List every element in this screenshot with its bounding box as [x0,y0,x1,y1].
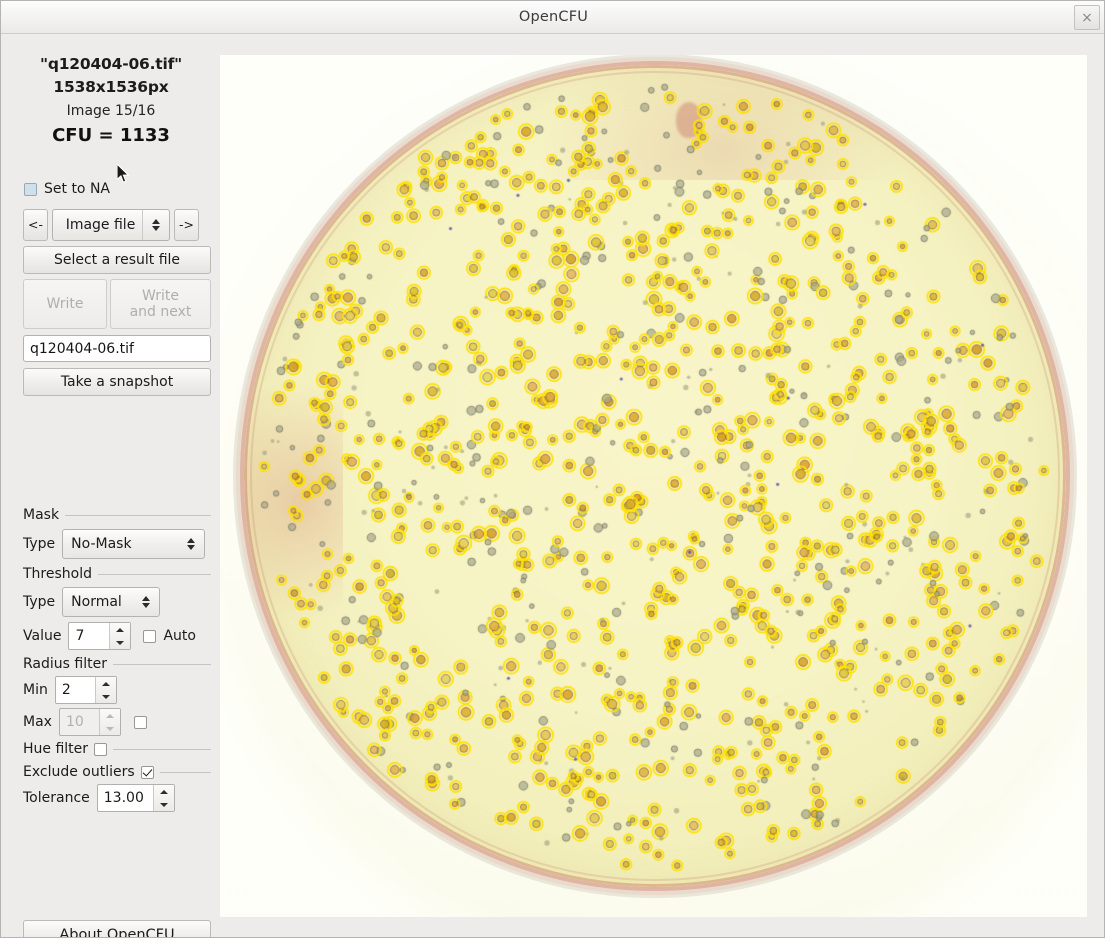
stepper-down-icon[interactable] [96,690,116,703]
radius-min-stepper[interactable]: 2 [54,676,117,704]
threshold-group-header: Threshold [23,566,211,582]
set-to-na-row[interactable]: Set to NA [24,181,110,197]
divider [65,514,211,516]
stepper-buttons[interactable] [98,709,120,735]
mask-group-header: Mask [23,507,211,523]
mode-select-value: Image file [65,217,136,233]
select-result-file-button[interactable]: Select a result file [23,246,211,274]
write-and-next-button[interactable]: Write and next [110,279,211,329]
divider [112,663,211,665]
radius-filter-group-header: Radius filter [23,656,211,672]
divider [159,771,211,773]
image-dimensions-label: 1538x1536px [53,78,169,96]
window-title: OpenCFU [518,9,589,25]
threshold-auto-checkbox[interactable] [143,629,157,643]
previous-image-button[interactable]: <- [23,209,48,241]
exclude-outliers-checkbox[interactable] [140,765,154,779]
radius-min-value: 2 [61,682,71,698]
threshold-value: 7 [75,628,85,644]
hue-filter-label: Hue filter [23,741,89,757]
about-opencfu-button[interactable]: About OpenCFU [23,920,211,937]
control-sidebar: "q120404-06.tif" 1538x1536px Image 15/16… [2,35,220,937]
stepper-buttons[interactable] [94,677,116,703]
hue-filter-checkbox[interactable] [94,742,108,756]
tolerance-row: Tolerance 13.00 [23,784,175,812]
radius-max-value: 10 [65,714,84,730]
stepper-down-icon[interactable] [110,636,130,649]
mask-group-label: Mask [23,507,60,523]
stepper-down-icon[interactable] [154,798,174,811]
radius-max-enable-checkbox[interactable] [133,715,147,729]
mask-type-value: No-Mask [71,536,132,552]
threshold-auto-label: Auto [163,628,196,644]
threshold-value-stepper[interactable]: 7 [68,622,132,650]
stepper-down-icon[interactable] [100,722,120,735]
stepper-buttons[interactable] [109,623,131,649]
cfu-count-label: CFU = 1133 [52,125,170,146]
next-image-button[interactable]: -> [174,209,199,241]
panel-right-filler [1087,35,1104,937]
set-to-na-label: Set to NA [44,181,110,197]
mask-type-label: Type [23,536,56,552]
mode-select[interactable]: Image file [52,209,170,241]
radius-min-row: Min 2 [23,676,117,704]
navigation-row: <- Image file -> [23,209,199,241]
mouse-cursor [117,164,130,183]
radius-max-stepper[interactable]: 10 [58,708,121,736]
radius-filter-group-label: Radius filter [23,656,107,672]
image-index-label: Image 15/16 [66,103,156,119]
tolerance-label: Tolerance [23,790,90,806]
divider [113,748,211,750]
exclude-outliers-label: Exclude outliers [23,764,135,780]
threshold-value-row: Value 7 Auto [23,622,196,650]
threshold-type-value: Normal [71,594,122,610]
stepper-up-icon[interactable] [154,785,174,798]
colony-detection-overlay [220,55,1087,917]
threshold-type-select[interactable]: Normal [62,587,161,617]
threshold-value-label: Value [23,628,62,644]
title-bar: OpenCFU × [1,1,1104,34]
result-file-input[interactable]: q120404-06.tif [23,335,211,362]
set-to-na-checkbox[interactable] [24,182,37,196]
chevron-updown-icon[interactable] [143,219,169,231]
file-name-label: "q120404-06.tif" [39,55,183,73]
image-view-panel[interactable] [220,55,1087,917]
hue-filter-row: Hue filter [23,741,211,757]
mask-type-row: Type No-Mask [23,529,206,559]
radius-max-row: Max 10 [23,708,147,736]
threshold-group-label: Threshold [23,566,92,582]
write-button[interactable]: Write [23,279,107,329]
threshold-type-row: Type Normal [23,587,161,617]
threshold-type-label: Type [23,594,56,610]
divider [98,573,211,575]
stepper-up-icon[interactable] [110,623,130,636]
close-icon[interactable]: × [1074,5,1100,30]
radius-max-label: Max [23,714,52,730]
radius-min-label: Min [23,682,48,698]
opencfu-window: OpenCFU × "q120404-06.tif" 1538x1536px I… [0,0,1105,938]
panel-bottom-filler [220,917,1087,937]
mask-type-select[interactable]: No-Mask [62,529,206,559]
tolerance-stepper[interactable]: 13.00 [96,784,175,812]
stepper-up-icon[interactable] [96,677,116,690]
chevron-updown-icon[interactable] [178,538,204,550]
exclude-outliers-row: Exclude outliers [23,764,211,780]
stepper-buttons[interactable] [152,785,174,811]
take-snapshot-button[interactable]: Take a snapshot [23,368,211,396]
petri-dish-photo [220,55,1087,917]
tolerance-value: 13.00 [103,790,144,806]
stepper-up-icon[interactable] [100,709,120,722]
chevron-updown-icon[interactable] [133,596,159,608]
